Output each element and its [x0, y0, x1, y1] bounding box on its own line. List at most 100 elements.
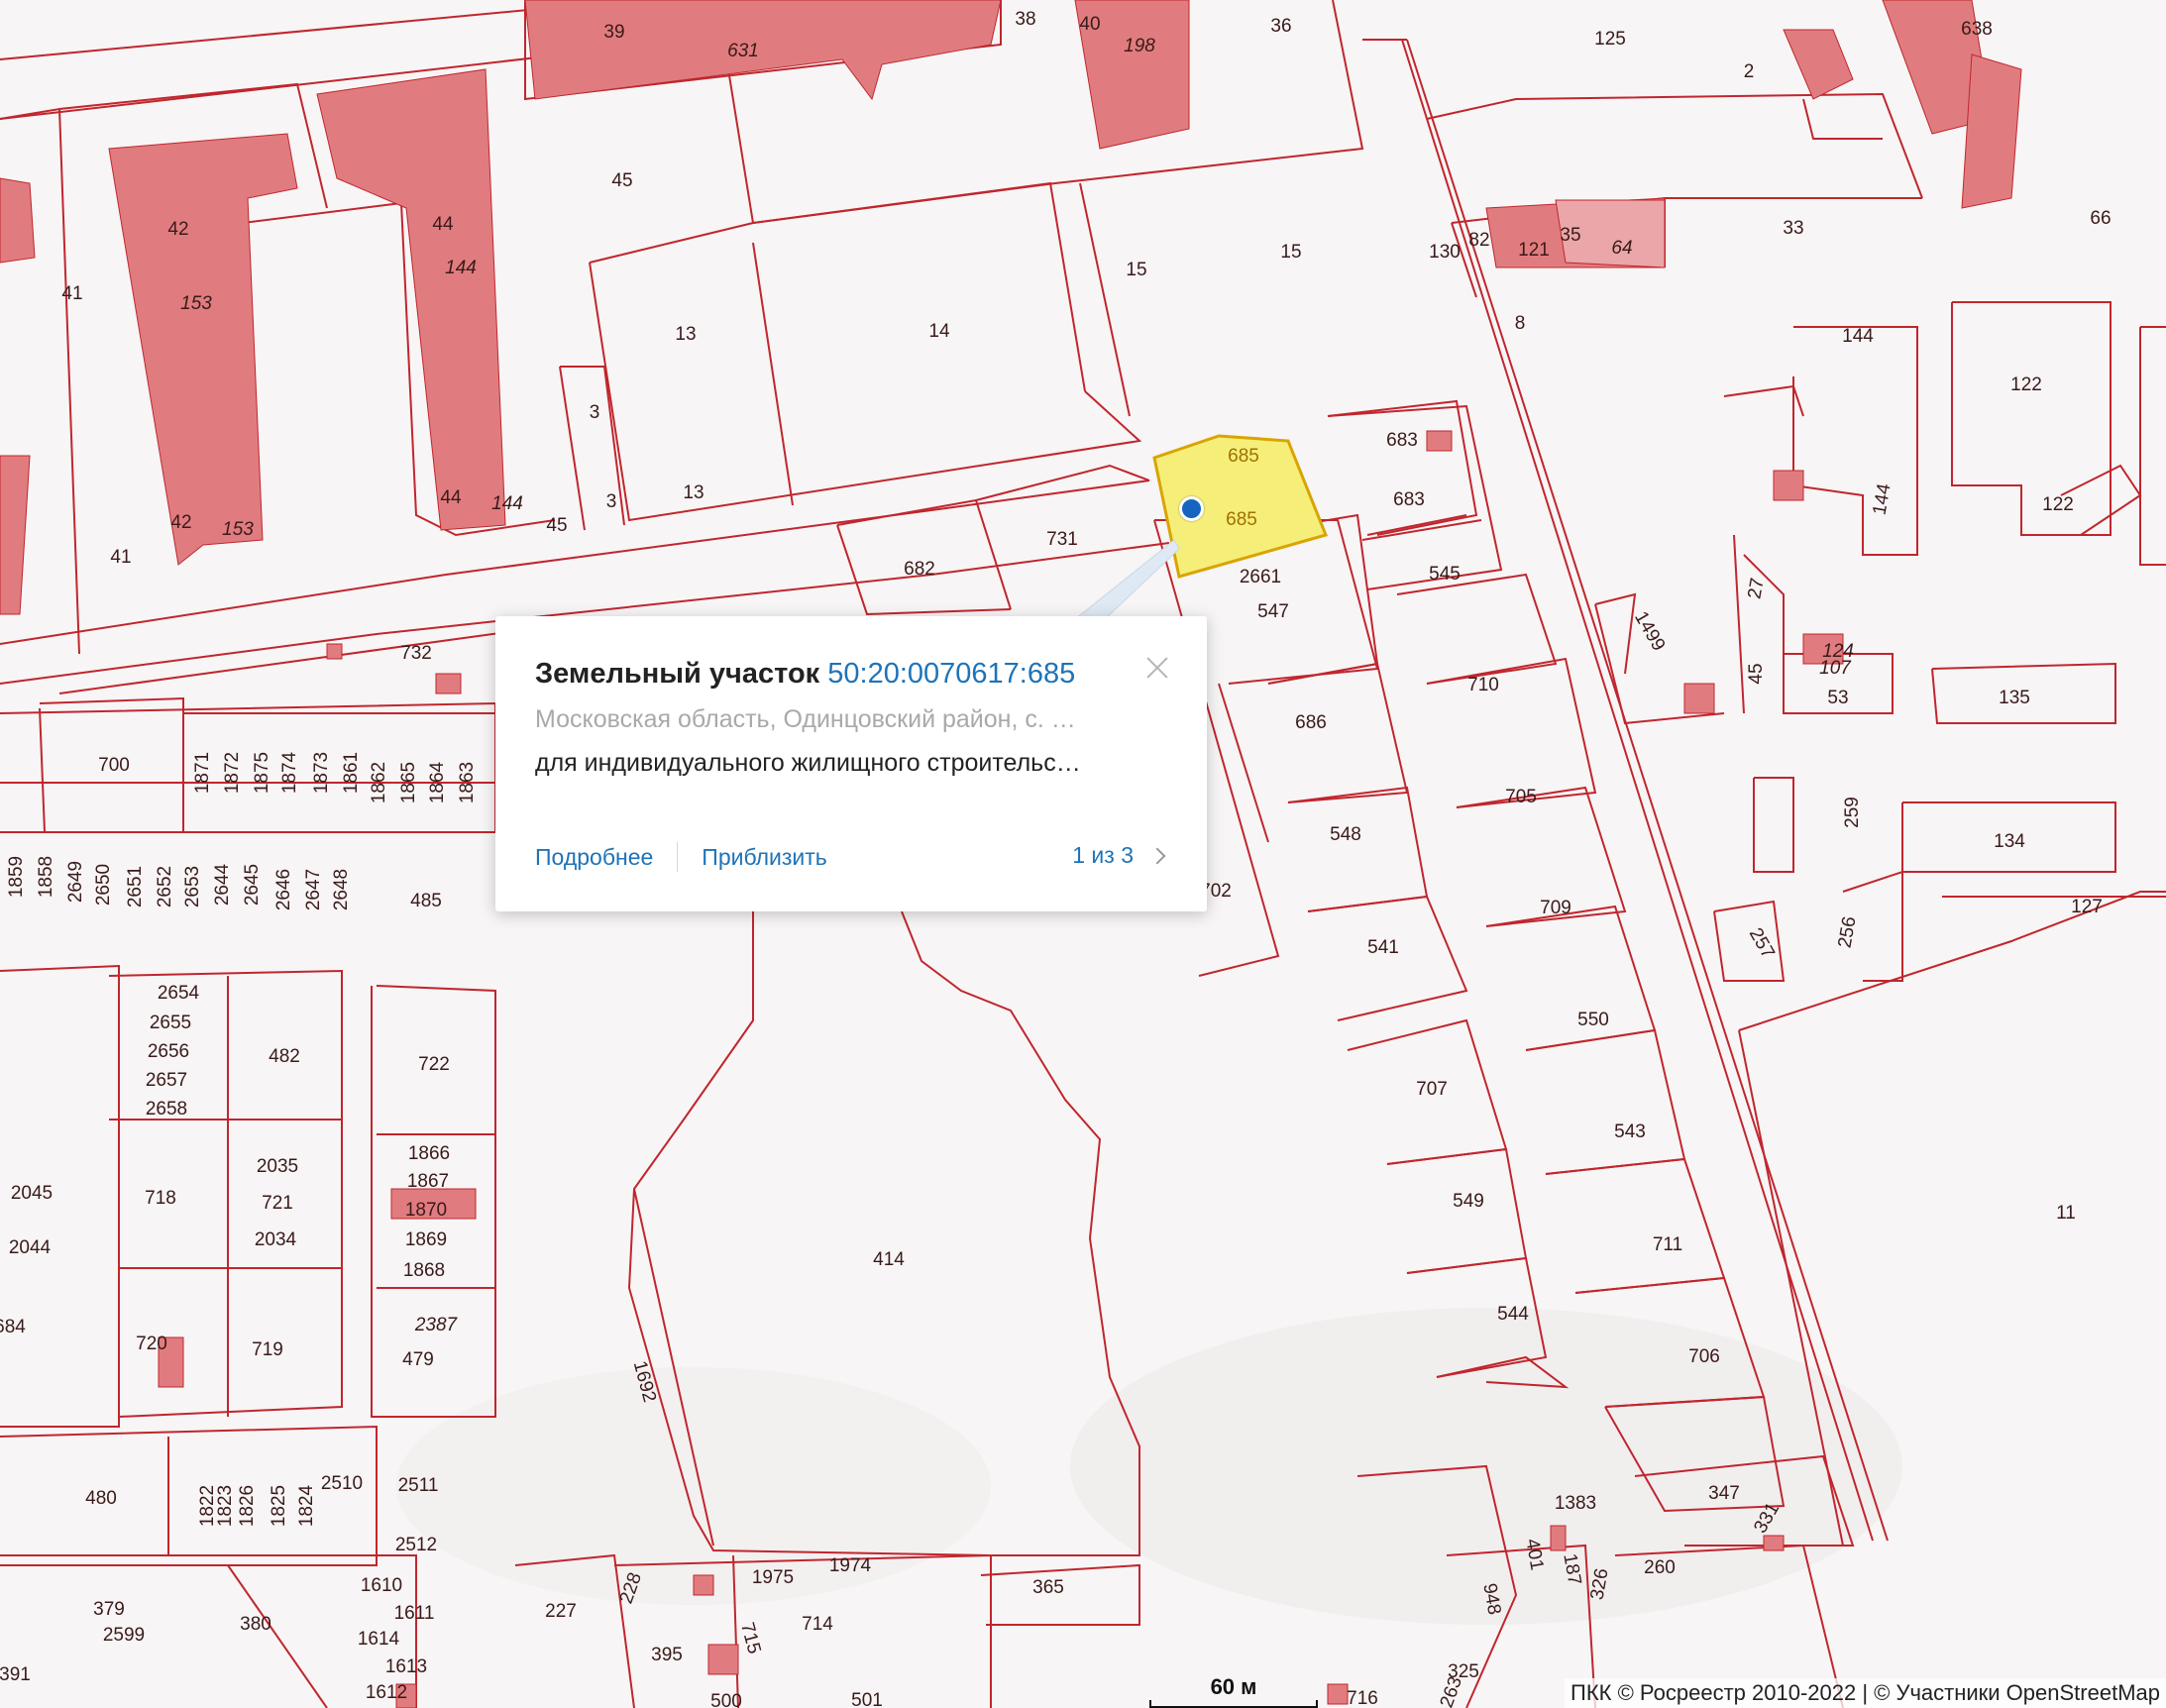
parcel-label: 66 — [2090, 208, 2111, 229]
attribution[interactable]: ПКК © Росреестр 2010-2022 | © Участники … — [1565, 1678, 2166, 1708]
parcel-label: 121 — [1518, 240, 1550, 261]
parcel-label: 709 — [1540, 898, 1571, 918]
parcel-label: 260 — [1644, 1557, 1676, 1578]
details-link[interactable]: Подробнее — [535, 844, 653, 871]
parcel-label: 683 — [1393, 489, 1425, 510]
parcel-info-popup: Земельный участок 50:20:0070617:685 Моск… — [495, 616, 1207, 911]
parcel-label: 3 — [606, 491, 617, 512]
parcel-label: 2656 — [148, 1041, 189, 1062]
parcel-label: 144 — [491, 493, 523, 514]
parcel-label: 2035 — [257, 1156, 298, 1177]
zoom-link[interactable]: Приблизить — [702, 844, 827, 871]
parcel-label: 35 — [1560, 225, 1580, 246]
parcel-label: 2 — [1744, 61, 1755, 82]
parcel-label: 42 — [167, 219, 188, 240]
parcel-label: 2655 — [150, 1013, 191, 1033]
parcel-label: 714 — [802, 1614, 833, 1635]
parcel-label: 122 — [2042, 494, 2074, 515]
parcel-label: 2654 — [158, 983, 200, 1004]
parcel-label: 2648 — [331, 869, 352, 910]
parcel-label: 722 — [418, 1054, 450, 1075]
parcel-label: 82 — [1468, 230, 1489, 251]
parcel-label: 1610 — [361, 1575, 402, 1596]
parcel-label: 130 — [1429, 242, 1461, 263]
parcel-label: 1614 — [358, 1629, 400, 1650]
parcel-label: 711 — [1653, 1234, 1682, 1255]
parcel-label: 45 — [546, 515, 567, 536]
pager-label: 1 из 3 — [1072, 842, 1134, 868]
parcel-label: 1825 — [269, 1485, 289, 1527]
parcel-label: 3 — [590, 402, 600, 423]
parcel-label: 380 — [240, 1614, 271, 1635]
parcel-label: 700 — [98, 755, 130, 776]
parcel-label: 227 — [545, 1601, 577, 1622]
parcel-label: 2650 — [93, 864, 114, 906]
parcel-label: 2658 — [146, 1099, 187, 1120]
parcel-label: 479 — [402, 1349, 434, 1370]
parcel-label: 1866 — [408, 1143, 450, 1164]
parcel-label: 1611 — [394, 1603, 435, 1624]
parcel-label: 544 — [1497, 1304, 1529, 1325]
parcel-label: 365 — [1032, 1577, 1064, 1598]
parcel-label: 27 — [1744, 577, 1768, 600]
parcel-label: 45 — [611, 170, 632, 191]
parcel-label: 135 — [1999, 688, 2030, 708]
parcel-label: 1872 — [222, 752, 243, 794]
parcel-label: 482 — [269, 1046, 300, 1067]
parcel-label: 1974 — [829, 1555, 872, 1576]
parcel-label: 2510 — [321, 1473, 363, 1494]
parcel-label: 134 — [1994, 831, 2025, 852]
parcel-label: 686 — [1295, 712, 1327, 733]
parcel-label: 731 — [1046, 529, 1078, 550]
parcel-label: 1613 — [385, 1656, 427, 1677]
parcel-label: 2034 — [255, 1229, 297, 1250]
parcel-label: 1867 — [407, 1171, 449, 1192]
parcel-label: 44 — [440, 487, 462, 508]
parcel-label: 1824 — [296, 1484, 317, 1527]
cadastral-number[interactable]: 50:20:0070617:685 — [827, 658, 1075, 690]
close-icon[interactable] — [1143, 654, 1171, 682]
pager-next-button[interactable]: 1 из 3 — [1072, 842, 1166, 869]
parcel-label: 53 — [1827, 688, 1848, 708]
parcel-label: 732 — [400, 643, 432, 664]
popup-pointer — [1075, 539, 1180, 620]
parcel-label: 682 — [904, 559, 935, 580]
parcel-label: 718 — [145, 1188, 176, 1209]
parcel-label: 710 — [1467, 675, 1499, 695]
parcel-label: 547 — [1257, 601, 1289, 622]
parcel-label: 33 — [1783, 218, 1803, 239]
parcel-label: 707 — [1416, 1079, 1448, 1100]
parcel-label: 36 — [1270, 16, 1291, 37]
parcel-label: 127 — [2071, 897, 2103, 917]
parcel-label: 107 — [1819, 658, 1852, 679]
parcel-label: 719 — [252, 1339, 283, 1360]
parcel-label: 2649 — [65, 861, 86, 903]
parcel-label: 548 — [1330, 824, 1361, 845]
parcel-label: 8 — [1515, 313, 1526, 334]
parcel-label: 2387 — [414, 1315, 459, 1335]
parcel-label: 684 — [0, 1317, 26, 1337]
parcel-label: 2657 — [146, 1070, 187, 1091]
location-marker-icon[interactable] — [1179, 496, 1204, 521]
scale-bar: 60 м — [1149, 1674, 1318, 1708]
parcel-label: 631 — [727, 41, 759, 61]
parcel-label: 13 — [675, 324, 696, 345]
parcel-label: 1870 — [405, 1200, 447, 1221]
parcel-label: 11 — [2056, 1203, 2076, 1224]
parcel-label: 1383 — [1555, 1493, 1596, 1514]
parcel-label: 1975 — [752, 1567, 794, 1588]
popup-title-text: Земельный участок — [535, 658, 820, 690]
parcel-label: 41 — [61, 283, 82, 304]
parcel-label: 1873 — [311, 752, 332, 794]
parcel-label: 1864 — [427, 761, 448, 803]
parcel-label: 480 — [85, 1488, 117, 1509]
parcel-label: 144 — [1842, 326, 1874, 347]
parcel-label: 125 — [1594, 29, 1626, 50]
parcel-label: 685 — [1226, 509, 1257, 530]
parcel-label: 1865 — [398, 762, 419, 803]
popup-address: Московская область, Одинцовский район, с… — [535, 705, 1076, 733]
parcel-label: 1874 — [279, 751, 300, 794]
parcel-label: 391 — [0, 1664, 31, 1685]
parcel-label: 153 — [222, 519, 254, 540]
parcel-label: 720 — [136, 1334, 167, 1354]
